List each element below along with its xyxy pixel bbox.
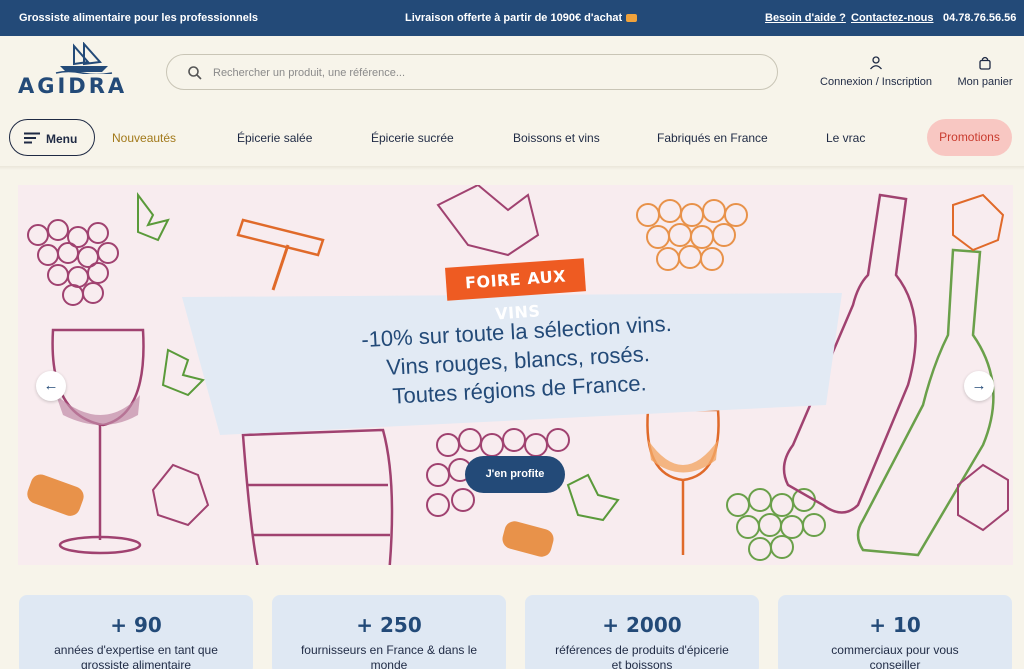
cta-button[interactable]: J'en profite	[465, 456, 565, 493]
stat-text: fournisseurs en France & dans le monde	[300, 643, 478, 669]
stat-text: années d'expertise en tant que grossiste…	[54, 643, 218, 669]
account-link[interactable]: Connexion / Inscription	[820, 56, 932, 88]
stat-text: références de produits d'épicerie et boi…	[555, 643, 729, 669]
stat-number: + 90	[110, 613, 162, 637]
free-shipping-text: Livraison offerte à partir de 1090€ d'ac…	[405, 12, 623, 24]
nav-item-epicerie-sucree[interactable]: Épicerie sucrée	[371, 131, 454, 145]
search-bar[interactable]	[166, 54, 778, 90]
top-bar: Grossiste alimentaire pour les professio…	[0, 0, 1024, 36]
contact-link[interactable]: Contactez-nous	[851, 12, 934, 24]
bag-icon	[979, 56, 991, 70]
promotions-button[interactable]: Promotions	[927, 119, 1012, 156]
hero-carousel: FOIRE AUX VINS -10% sur toute la sélecti…	[18, 185, 1013, 565]
carousel-prev-button[interactable]: ←	[36, 371, 66, 401]
stat-card: + 90 années d'expertise en tant que gros…	[19, 595, 253, 669]
truck-icon	[626, 14, 638, 23]
free-shipping-notice: Livraison offerte à partir de 1090€ d'ac…	[405, 12, 638, 24]
tagline: Grossiste alimentaire pour les professio…	[19, 12, 259, 24]
burger-icon	[24, 132, 40, 144]
boat-logo-icon	[55, 42, 113, 74]
nav-item-epicerie-salee[interactable]: Épicerie salée	[237, 131, 312, 145]
search-icon	[188, 66, 202, 80]
menu-button[interactable]: Menu	[9, 119, 95, 156]
carousel-next-button[interactable]: →	[964, 371, 994, 401]
nav-divider	[0, 166, 1024, 170]
stat-card: + 10 commerciaux pour vous conseiller	[778, 595, 1012, 669]
arrow-left-icon: ←	[43, 377, 59, 394]
cart-link[interactable]: Mon panier	[956, 56, 1014, 88]
nav-item-boissons-vins[interactable]: Boissons et vins	[513, 131, 600, 145]
nav-item-vrac[interactable]: Le vrac	[826, 131, 865, 145]
stat-card: + 250 fournisseurs en France & dans le m…	[272, 595, 506, 669]
stat-number: + 2000	[602, 613, 682, 637]
stat-card: + 2000 références de produits d'épicerie…	[525, 595, 759, 669]
menu-label: Menu	[46, 132, 78, 146]
stat-number: + 10	[869, 613, 921, 637]
nav-item-nouveautes[interactable]: Nouveautés	[112, 131, 176, 145]
site-logo[interactable]: AGIDRA	[18, 42, 132, 98]
stat-number: + 250	[356, 613, 422, 637]
user-icon	[870, 56, 882, 70]
stat-text: commerciaux pour vous conseiller	[831, 643, 959, 669]
logo-wordmark: AGIDRA	[18, 74, 128, 98]
nav-item-fabriques-france[interactable]: Fabriqués en France	[657, 131, 768, 145]
arrow-right-icon: →	[971, 377, 987, 394]
help-link[interactable]: Besoin d'aide ?	[765, 12, 846, 24]
main-nav: Menu Nouveautés Épicerie salée Épicerie …	[0, 112, 1024, 164]
search-input[interactable]	[213, 64, 753, 82]
cart-label: Mon panier	[957, 76, 1013, 88]
account-label: Connexion / Inscription	[820, 76, 932, 88]
phone-number[interactable]: 04.78.76.56.56	[943, 12, 1016, 24]
